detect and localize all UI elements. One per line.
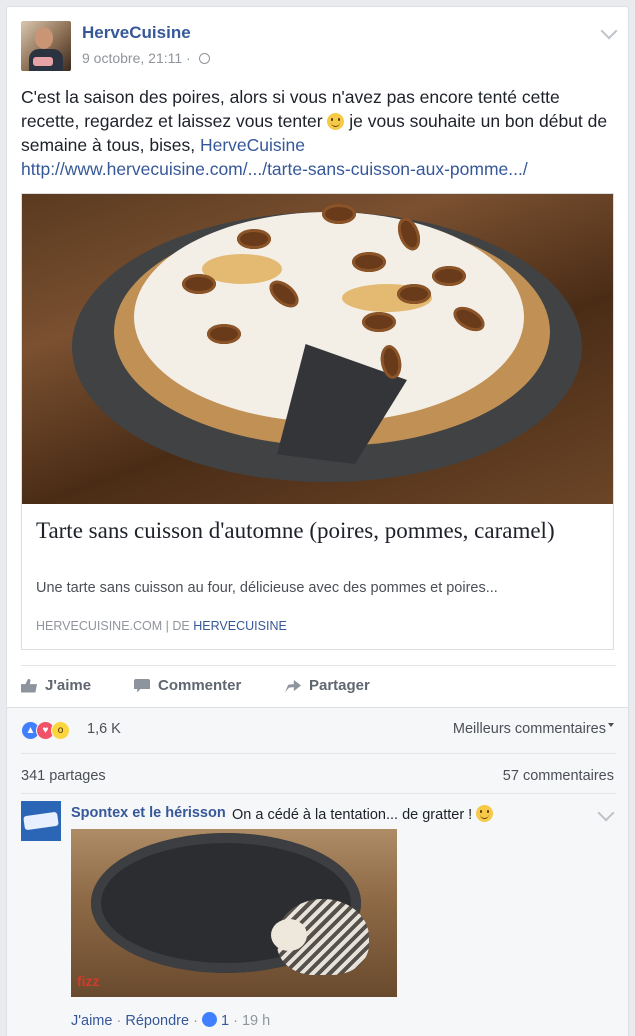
pecan-nut [362, 312, 396, 332]
commenter-avatar[interactable] [21, 801, 61, 841]
pecan-nut [207, 324, 241, 344]
comment-button[interactable]: Commenter [134, 677, 241, 694]
hedgehog-face [271, 919, 307, 951]
like-button[interactable]: J'aime [21, 677, 91, 694]
comment-author[interactable]: Spontex et le hérisson [71, 805, 226, 821]
pecan-nut [237, 229, 271, 249]
comment-time[interactable]: 19 h [242, 1013, 270, 1029]
link-domain: HERVECUISINE.COM | DE HERVECUISINE [36, 619, 287, 633]
post-text: C'est la saison des poires, alors si vou… [21, 85, 616, 181]
comment-icon [134, 678, 150, 693]
divider [21, 753, 616, 754]
pecan-nut [322, 204, 356, 224]
comment-like-count[interactable]: 1 [221, 1013, 229, 1029]
reaction-icons[interactable]: ▲ ♥ o [21, 721, 91, 741]
comment-text: On a cédé à la tentation... de gratter ! [232, 805, 494, 823]
comment-sep: · [193, 1013, 198, 1029]
page-avatar[interactable] [21, 21, 71, 71]
shares-count[interactable]: 341 partages [21, 768, 106, 784]
post-meta: 9 octobre, 21:11 · [82, 50, 210, 66]
domain-name: HERVECUISINE.COM [36, 619, 163, 633]
divider [21, 665, 616, 666]
comment-sep: · [116, 1013, 122, 1029]
share-button[interactable]: Partager [285, 677, 370, 694]
caret-down-icon [608, 723, 614, 727]
mention-link[interactable]: HerveCuisine [200, 135, 305, 155]
share-icon [285, 679, 301, 693]
link-author[interactable]: HERVECUISINE [193, 619, 287, 633]
pecan-nut [397, 284, 431, 304]
avatar-face [35, 27, 53, 49]
by-label: DE [172, 619, 190, 633]
reaction-count[interactable]: 1,6 K [87, 721, 121, 737]
fizz-logo: fizz [77, 973, 100, 989]
divider [21, 793, 616, 794]
post-date[interactable]: 9 octobre, 21:11 [82, 50, 182, 66]
comment-photo[interactable]: fizz [71, 829, 397, 997]
comment-sort-dropdown[interactable]: Meilleurs commentaires [453, 721, 614, 737]
link-preview-card[interactable]: Tarte sans cuisson d'automne (poires, po… [21, 193, 614, 650]
comment-like-link[interactable]: J'aime [71, 1013, 112, 1029]
post-url-link[interactable]: http://www.hervecuisine.com/.../tarte-sa… [21, 159, 528, 179]
comment-like-badge-icon [201, 1012, 217, 1027]
share-label: Partager [309, 677, 370, 694]
wow-reaction-icon: o [51, 721, 70, 740]
smiley-emoji-icon [327, 113, 345, 130]
page-name[interactable]: HerveCuisine [82, 23, 191, 43]
brand-logo [23, 811, 59, 831]
chevron-down-icon[interactable] [600, 22, 618, 40]
pecan-nut [432, 266, 466, 286]
comment-label: Commenter [158, 677, 242, 694]
comment-text-body: On a cédé à la tentation... de gratter ! [232, 807, 477, 823]
tart-photo[interactable] [22, 194, 613, 504]
wink-emoji-icon [476, 805, 494, 822]
action-bar: J'aime Commenter Partager [21, 677, 616, 707]
comment-sort-label: Meilleurs commentaires [452, 721, 606, 737]
like-label: J'aime [45, 677, 92, 694]
comments-count[interactable]: 57 commentaires [503, 768, 614, 784]
pecan-nut [182, 274, 216, 294]
thumbs-up-icon [21, 678, 37, 693]
avatar-cake [33, 57, 53, 66]
date-separator: · [186, 50, 191, 66]
comment-sep: · [233, 1013, 238, 1029]
domain-separator: | [165, 619, 169, 633]
globe-icon [198, 53, 210, 64]
pecan-nut [352, 252, 386, 272]
link-title[interactable]: Tarte sans cuisson d'automne (poires, po… [36, 516, 596, 545]
comment-reply-link[interactable]: Répondre [125, 1013, 189, 1029]
comment-actions: J'aime · Répondre · 1 · 19 h [71, 1012, 270, 1029]
post-card: HerveCuisine 9 octobre, 21:11 · C'est la… [6, 6, 629, 1036]
link-description: Une tarte sans cuisson au four, délicieu… [36, 580, 498, 596]
